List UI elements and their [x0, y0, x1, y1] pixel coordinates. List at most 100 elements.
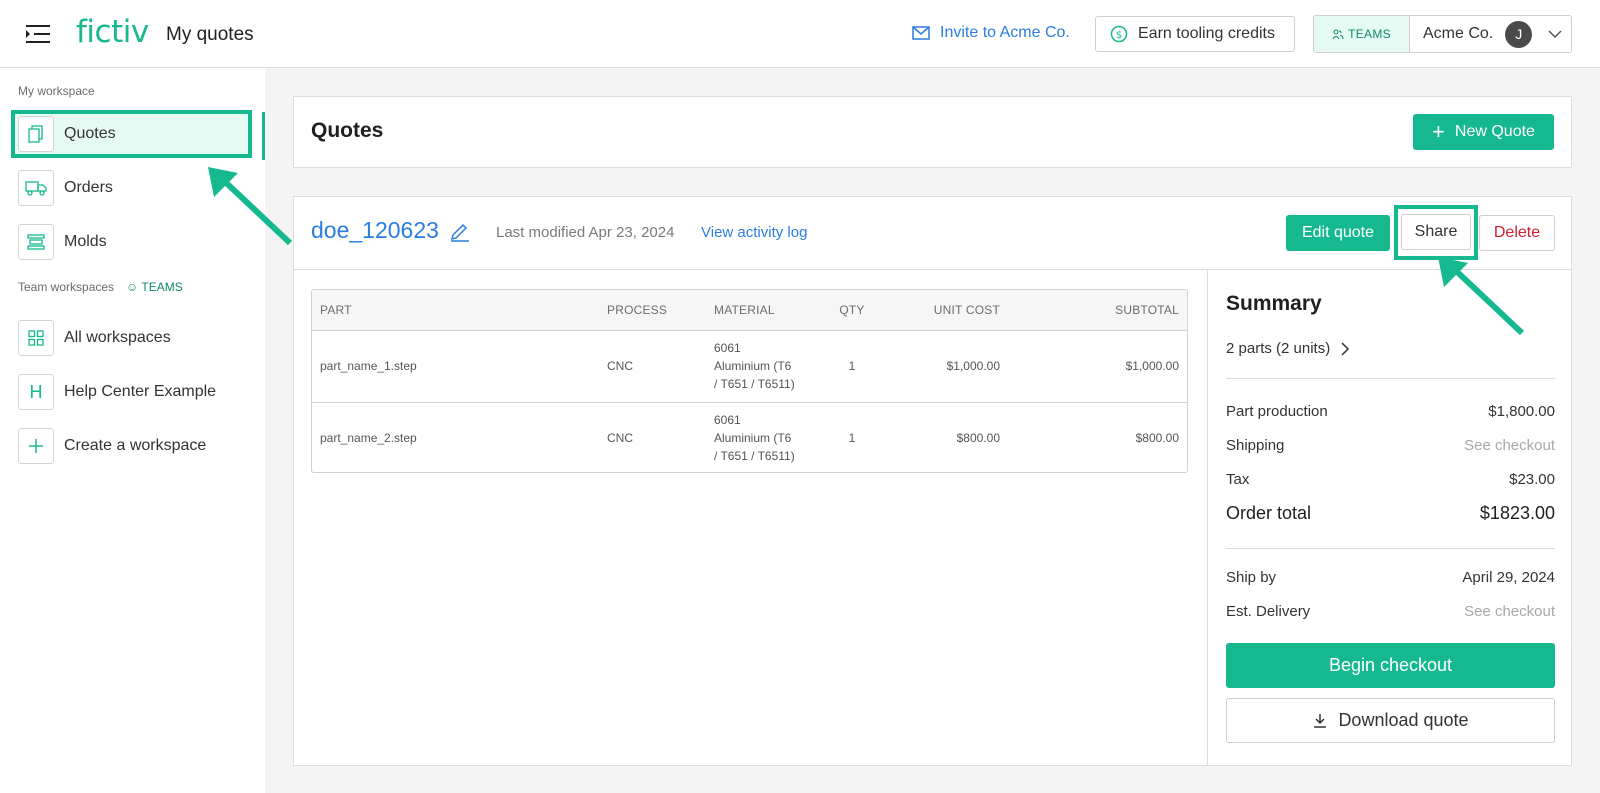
pencil-icon[interactable]	[449, 220, 471, 242]
summary-row-est-delivery: Est. Delivery See checkout	[1226, 603, 1555, 620]
download-label: Download quote	[1338, 710, 1469, 730]
team-switcher[interactable]: TEAMS Acme Co. J	[1313, 15, 1572, 53]
row-value: $1823.00	[1479, 503, 1555, 523]
sidebar-item-create-workspace[interactable]: Create a workspace	[11, 422, 252, 470]
grid-icon	[18, 320, 54, 356]
edit-quote-button[interactable]: Edit quote	[1286, 215, 1390, 251]
org-name: Acme Co.	[1423, 25, 1494, 42]
cell-subtotal: $1,000.00	[1125, 359, 1179, 373]
invite-link[interactable]: Invite to Acme Co.	[912, 24, 1070, 42]
column-header-qty: QTY	[820, 290, 884, 331]
chevron-down-icon[interactable]	[1548, 27, 1562, 41]
cell-material: 6061 Aluminium (T6 / T651 / T6511)	[714, 330, 820, 402]
cell-subtotal: $800.00	[1000, 401, 1187, 474]
summary-row-tax: Tax $23.00	[1226, 471, 1555, 488]
row-label: Tax	[1226, 471, 1250, 488]
download-icon	[1314, 713, 1327, 728]
cell-process: CNC	[607, 359, 633, 373]
quote-name-text[interactable]: doe_120623	[311, 217, 439, 244]
row-label: Part production	[1226, 403, 1328, 420]
section-title: Quotes	[311, 119, 384, 142]
cell-part: part_name_2.step	[312, 401, 607, 474]
mail-icon	[912, 26, 930, 40]
summary-row-order-total: Order total $1823.00	[1226, 503, 1555, 524]
people-icon	[1332, 29, 1344, 40]
sidebar-item-label: Quotes	[64, 125, 116, 142]
download-quote-button[interactable]: Download quote	[1226, 698, 1555, 743]
page-title: My quotes	[166, 24, 254, 45]
svg-text:$: $	[1116, 30, 1122, 41]
summary-row-ship-by: Ship by April 29, 2024	[1226, 569, 1555, 586]
column-header-part: PART	[312, 290, 607, 331]
material-line: 6061	[714, 341, 741, 355]
column-header-process: PROCESS	[607, 290, 714, 331]
summary-row-part-production: Part production $1,800.00	[1226, 403, 1555, 420]
delete-button[interactable]: Delete	[1479, 215, 1555, 251]
sidebar-item-all-workspaces[interactable]: All workspaces	[11, 314, 252, 362]
row-value: April 29, 2024	[1462, 569, 1555, 586]
divider	[1226, 378, 1555, 379]
section-label-team-workspaces: Team workspaces ☺ TEAMS	[18, 280, 183, 294]
row-value: See checkout	[1464, 603, 1555, 620]
teams-tag: ☺ TEAMS	[126, 280, 183, 294]
new-quote-label: New Quote	[1454, 123, 1535, 140]
summary-row-shipping: Shipping See checkout	[1226, 437, 1555, 454]
menu-icon[interactable]	[26, 24, 50, 44]
teams-badge: TEAMS	[1314, 16, 1410, 52]
teams-badge-label: TEAMS	[1348, 27, 1391, 41]
sidebar-item-label: Help Center Example	[64, 383, 217, 400]
table-row[interactable]: part_name_1.step CNC 6061 Aluminium (T6 …	[312, 330, 1187, 402]
cell-process: CNC	[607, 401, 714, 474]
row-label: Est. Delivery	[1226, 603, 1311, 620]
top-bar: fictiv My quotes Invite to Acme Co. $ Ea…	[0, 0, 1600, 68]
annotation-arrow-quotes	[208, 167, 293, 246]
divider	[1226, 548, 1555, 549]
brand-logo[interactable]: fictiv	[76, 14, 149, 50]
row-label: Shipping	[1226, 437, 1285, 454]
cell-qty: 1	[848, 359, 856, 373]
material-line: / T651 / T6511)	[714, 449, 795, 464]
mold-icon	[18, 224, 54, 260]
summary-panel: Summary 2 parts (2 units) Part productio…	[1207, 270, 1571, 765]
chevron-right-icon	[1341, 341, 1350, 356]
row-value: $1,800.00	[1488, 403, 1555, 420]
column-header-material: MATERIAL	[714, 290, 820, 331]
table-row[interactable]: part_name_2.step CNC 6061 Aluminium (T6 …	[312, 401, 1187, 474]
avatar[interactable]: J	[1505, 20, 1533, 48]
cell-qty: 1	[820, 401, 884, 474]
plus-icon	[18, 428, 54, 464]
quotes-header: Quotes + New Quote	[293, 96, 1572, 168]
workspace-initial-icon: H	[18, 374, 54, 410]
last-modified: Last modified Apr 23, 2024	[496, 224, 675, 241]
active-indicator	[262, 112, 265, 160]
column-header-subtotal: SUBTOTAL	[1000, 290, 1187, 331]
sidebar-item-quotes[interactable]: Quotes	[11, 110, 252, 158]
material-line: Aluminium (T6	[714, 359, 792, 373]
material-line: / T651 / T6511)	[714, 377, 795, 391]
share-button[interactable]: Share	[1401, 214, 1471, 250]
activity-log-link[interactable]: View activity log	[701, 224, 807, 241]
sidebar-item-label: Molds	[64, 233, 107, 250]
plus-icon: +	[1432, 119, 1445, 144]
parts-table: PART PROCESS MATERIAL QTY UNIT COST SUBT…	[311, 289, 1188, 474]
row-value: $23.00	[1509, 471, 1555, 488]
parts-count-link[interactable]: 2 parts (2 units)	[1226, 340, 1350, 357]
earn-credits-button[interactable]: $ Earn tooling credits	[1095, 16, 1295, 52]
sidebar-item-help-center-example[interactable]: H Help Center Example	[11, 368, 252, 416]
teams-tag-label: TEAMS	[141, 280, 183, 294]
new-quote-button[interactable]: + New Quote	[1413, 114, 1554, 150]
material-line: 6061	[714, 413, 741, 428]
begin-checkout-button[interactable]: Begin checkout	[1226, 643, 1555, 688]
section-label-my-workspace: My workspace	[18, 84, 95, 98]
cell-part: part_name_1.step	[320, 359, 417, 373]
quote-name: doe_120623	[311, 217, 471, 244]
truck-icon	[18, 170, 54, 206]
cell-unit-cost: $1,000.00	[946, 359, 1000, 373]
column-header-unit-cost: UNIT COST	[884, 290, 1000, 331]
share-highlight: Share	[1394, 205, 1478, 260]
summary-title: Summary	[1226, 292, 1322, 315]
table-header-row: PART PROCESS MATERIAL QTY UNIT COST SUBT…	[312, 290, 1187, 331]
cell-unit-cost: $800.00	[884, 401, 1000, 474]
row-label: Order total	[1226, 503, 1312, 523]
parts-count: 2 parts (2 units)	[1226, 340, 1331, 357]
